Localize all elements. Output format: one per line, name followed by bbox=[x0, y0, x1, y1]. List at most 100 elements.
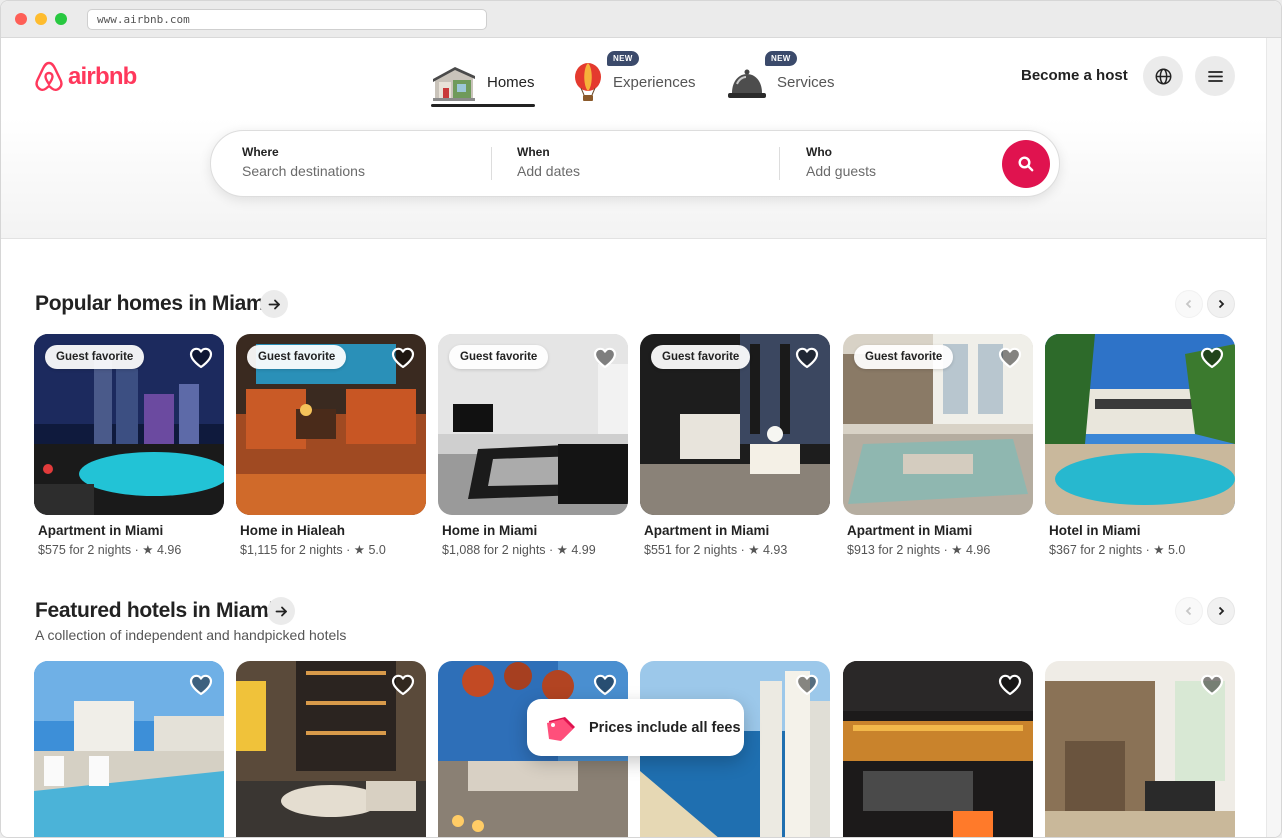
listing-card[interactable]: Guest favorite Apartment in Miami $575 fo… bbox=[34, 334, 224, 557]
listing-title: Apartment in Miami bbox=[38, 523, 164, 538]
listing-title: Home in Miami bbox=[442, 523, 538, 538]
service-bell-icon bbox=[727, 62, 767, 102]
heart-icon[interactable] bbox=[794, 345, 820, 371]
listing-photo[interactable]: Guest favorite bbox=[843, 334, 1033, 515]
section-arrow-button[interactable] bbox=[260, 290, 288, 318]
star-icon: ★ bbox=[951, 543, 963, 557]
listing-photo[interactable] bbox=[236, 661, 426, 837]
listing-photo[interactable]: Guest favorite bbox=[438, 334, 628, 515]
listing-card[interactable]: Guest favorite Home in Miami $1,088 for 2… bbox=[438, 334, 628, 557]
language-button[interactable] bbox=[1143, 56, 1183, 96]
listing-card[interactable] bbox=[236, 661, 426, 837]
listing-title: Apartment in Miami bbox=[644, 523, 770, 538]
guest-favorite-badge: Guest favorite bbox=[247, 345, 347, 369]
listing-photo[interactable]: Guest favorite bbox=[640, 334, 830, 515]
become-host-link[interactable]: Become a host bbox=[1021, 67, 1128, 84]
listing-rating: 4.96 bbox=[156, 543, 182, 557]
heart-icon[interactable] bbox=[1199, 672, 1225, 698]
main-menu-button[interactable] bbox=[1195, 56, 1235, 96]
star-icon: ★ bbox=[353, 543, 365, 557]
airbnb-belo-icon bbox=[35, 61, 63, 91]
carousel-next-button[interactable] bbox=[1207, 290, 1235, 318]
listing-photo[interactable]: Guest favorite bbox=[236, 334, 426, 515]
airbnb-logo[interactable]: airbnb bbox=[34, 61, 137, 93]
carousel-prev-button[interactable] bbox=[1175, 597, 1203, 625]
heart-icon[interactable] bbox=[997, 672, 1023, 698]
heart-icon[interactable] bbox=[390, 345, 416, 371]
menu-icon bbox=[1207, 70, 1223, 82]
listing-card[interactable]: Guest favorite Apartment in Miami $913 fo… bbox=[843, 334, 1033, 557]
chevron-right-icon bbox=[1218, 606, 1225, 616]
section-arrow-button[interactable] bbox=[267, 597, 295, 625]
listing-photo[interactable] bbox=[1045, 661, 1235, 837]
listing-rating: 4.93 bbox=[762, 543, 788, 557]
house-icon bbox=[431, 62, 477, 102]
section-subtitle: A collection of independent and handpick… bbox=[35, 627, 347, 643]
listing-card[interactable] bbox=[34, 661, 224, 837]
header: airbnb Homes NEW Experiences NEW Service… bbox=[1, 38, 1267, 239]
heart-icon[interactable] bbox=[188, 672, 214, 698]
price-toast: Prices include all fees bbox=[527, 699, 744, 756]
listing-card[interactable]: Hotel in Miami $367 for 2 nights · ★ 5.0 bbox=[1045, 334, 1235, 557]
minimize-window-button[interactable] bbox=[35, 13, 47, 25]
when-field[interactable]: When Add dates bbox=[517, 145, 580, 179]
listing-price-rating: $1,088 for 2 nights · ★ 4.99 bbox=[442, 543, 596, 557]
logo-wordmark: airbnb bbox=[68, 63, 137, 90]
tab-experiences[interactable]: NEW Experiences bbox=[573, 51, 703, 106]
heart-icon[interactable] bbox=[592, 672, 618, 698]
carousel-prev-button[interactable] bbox=[1175, 290, 1203, 318]
star-icon: ★ bbox=[1153, 543, 1165, 557]
heart-icon[interactable] bbox=[997, 345, 1023, 371]
guest-favorite-badge: Guest favorite bbox=[45, 345, 145, 369]
carousel-next-button[interactable] bbox=[1207, 597, 1235, 625]
listing-photo[interactable] bbox=[843, 661, 1033, 837]
who-input[interactable]: Add guests bbox=[806, 163, 876, 179]
listing-rating: 5.0 bbox=[368, 543, 386, 557]
listing-card[interactable] bbox=[843, 661, 1033, 837]
listing-card[interactable]: Guest favorite Home in Hialeah $1,115 for… bbox=[236, 334, 426, 557]
listing-price: $575 for 2 nights bbox=[38, 543, 132, 557]
toast-text: Prices include all fees bbox=[589, 719, 741, 736]
section-title[interactable]: Popular homes in Miami bbox=[35, 292, 270, 316]
heart-icon[interactable] bbox=[794, 672, 820, 698]
tab-homes[interactable]: Homes bbox=[431, 58, 535, 107]
when-input[interactable]: Add dates bbox=[517, 163, 580, 179]
divider bbox=[491, 147, 492, 180]
globe-icon bbox=[1155, 68, 1171, 84]
listing-price-rating: $913 for 2 nights · ★ 4.96 bbox=[847, 543, 991, 557]
listing-photo[interactable] bbox=[34, 661, 224, 837]
listing-price: $551 for 2 nights bbox=[644, 543, 738, 557]
browser-window: www.airbnb.com airbnb Homes NEW Experien… bbox=[0, 0, 1282, 838]
listing-photo[interactable]: Guest favorite bbox=[34, 334, 224, 515]
chevron-left-icon bbox=[1185, 299, 1192, 309]
heart-icon[interactable] bbox=[390, 672, 416, 698]
listing-title: Hotel in Miami bbox=[1049, 523, 1141, 538]
tab-services[interactable]: NEW Services bbox=[727, 51, 837, 106]
who-label: Who bbox=[806, 145, 832, 159]
tab-homes-label: Homes bbox=[487, 73, 535, 91]
where-input[interactable]: Search destinations bbox=[242, 163, 365, 179]
listing-card[interactable] bbox=[1045, 661, 1235, 837]
price-tag-icon bbox=[547, 716, 575, 741]
star-icon: ★ bbox=[748, 543, 760, 557]
page-content: airbnb Homes NEW Experiences NEW Service… bbox=[1, 38, 1267, 837]
search-button[interactable] bbox=[1002, 140, 1050, 188]
listing-photo[interactable] bbox=[1045, 334, 1235, 515]
listing-price: $913 for 2 nights bbox=[847, 543, 941, 557]
where-label: Where bbox=[242, 145, 279, 159]
where-field[interactable]: Where Search destinations bbox=[242, 145, 365, 179]
heart-icon[interactable] bbox=[188, 345, 214, 371]
maximize-window-button[interactable] bbox=[55, 13, 67, 25]
heart-icon[interactable] bbox=[1199, 345, 1225, 371]
heart-icon[interactable] bbox=[592, 345, 618, 371]
arrow-right-icon bbox=[268, 299, 280, 309]
listing-title: Apartment in Miami bbox=[847, 523, 973, 538]
who-field[interactable]: Who Add guests bbox=[806, 145, 876, 179]
page-scrollbar[interactable] bbox=[1266, 38, 1281, 837]
close-window-button[interactable] bbox=[15, 13, 27, 25]
listing-price: $1,088 for 2 nights bbox=[442, 543, 546, 557]
listing-card[interactable]: Guest favorite Apartment in Miami $551 fo… bbox=[640, 334, 830, 557]
address-bar[interactable]: www.airbnb.com bbox=[87, 9, 487, 30]
search-bar: Where Search destinations When Add dates… bbox=[210, 130, 1060, 197]
section-title[interactable]: Featured hotels in Miami bbox=[35, 599, 274, 623]
